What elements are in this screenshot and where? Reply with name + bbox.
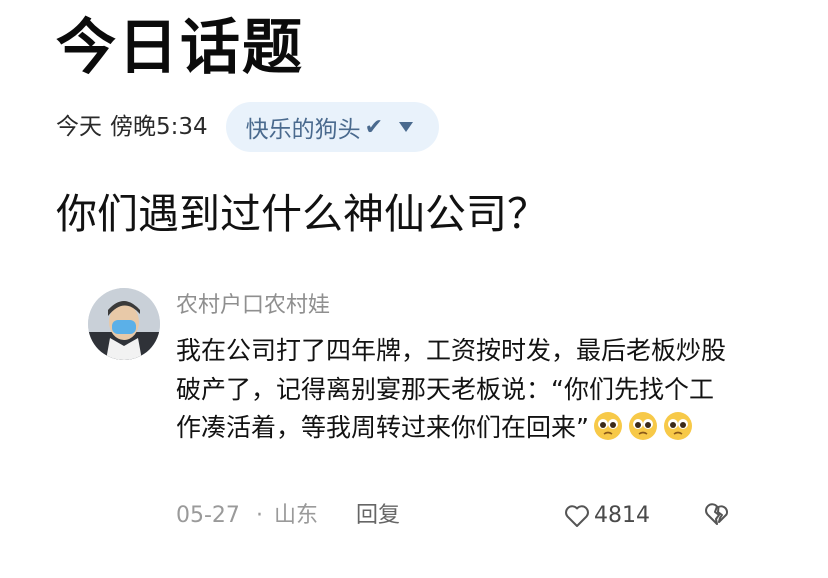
comment-footer: 05-27 · 山东 回复 4814 [176, 498, 816, 534]
comment-content: 我在公司打了四年牌，工资按时发，最后老板炒股破产了，记得离别宴那天老板说：“你们… [176, 332, 736, 448]
like-count: 4814 [594, 503, 650, 528]
pleading-face-emoji [592, 410, 624, 442]
author-name: 快乐的狗头 [245, 117, 361, 143]
comment-location: 山东 [274, 503, 319, 528]
post-meta: 今天 傍晚5:34 快乐的狗头 ✔ [56, 102, 440, 152]
page-title: 今日话题 [56, 13, 304, 83]
reply-button[interactable]: 回复 [356, 498, 400, 534]
topic-question: 你们遇到过什么神仙公司？ [56, 190, 548, 238]
dislike-button[interactable] [704, 502, 730, 538]
chevron-down-icon [399, 122, 414, 132]
post-time: 傍晚5:34 [110, 114, 208, 140]
avatar[interactable] [88, 288, 160, 360]
broken-heart-icon [705, 503, 728, 525]
like-button[interactable]: 4814 [564, 498, 650, 534]
post-date: 今天 [56, 114, 102, 140]
pleading-face-emoji [627, 410, 659, 442]
heart-icon [565, 505, 589, 527]
check-icon: ✔ [364, 114, 384, 140]
author-selector[interactable]: 快乐的狗头 ✔ [225, 102, 440, 152]
comment-date: 05-27 [176, 503, 240, 528]
comment-username[interactable]: 农村户口农村娃 [176, 288, 786, 324]
separator: · [256, 503, 263, 528]
pleading-face-emoji [662, 410, 694, 442]
